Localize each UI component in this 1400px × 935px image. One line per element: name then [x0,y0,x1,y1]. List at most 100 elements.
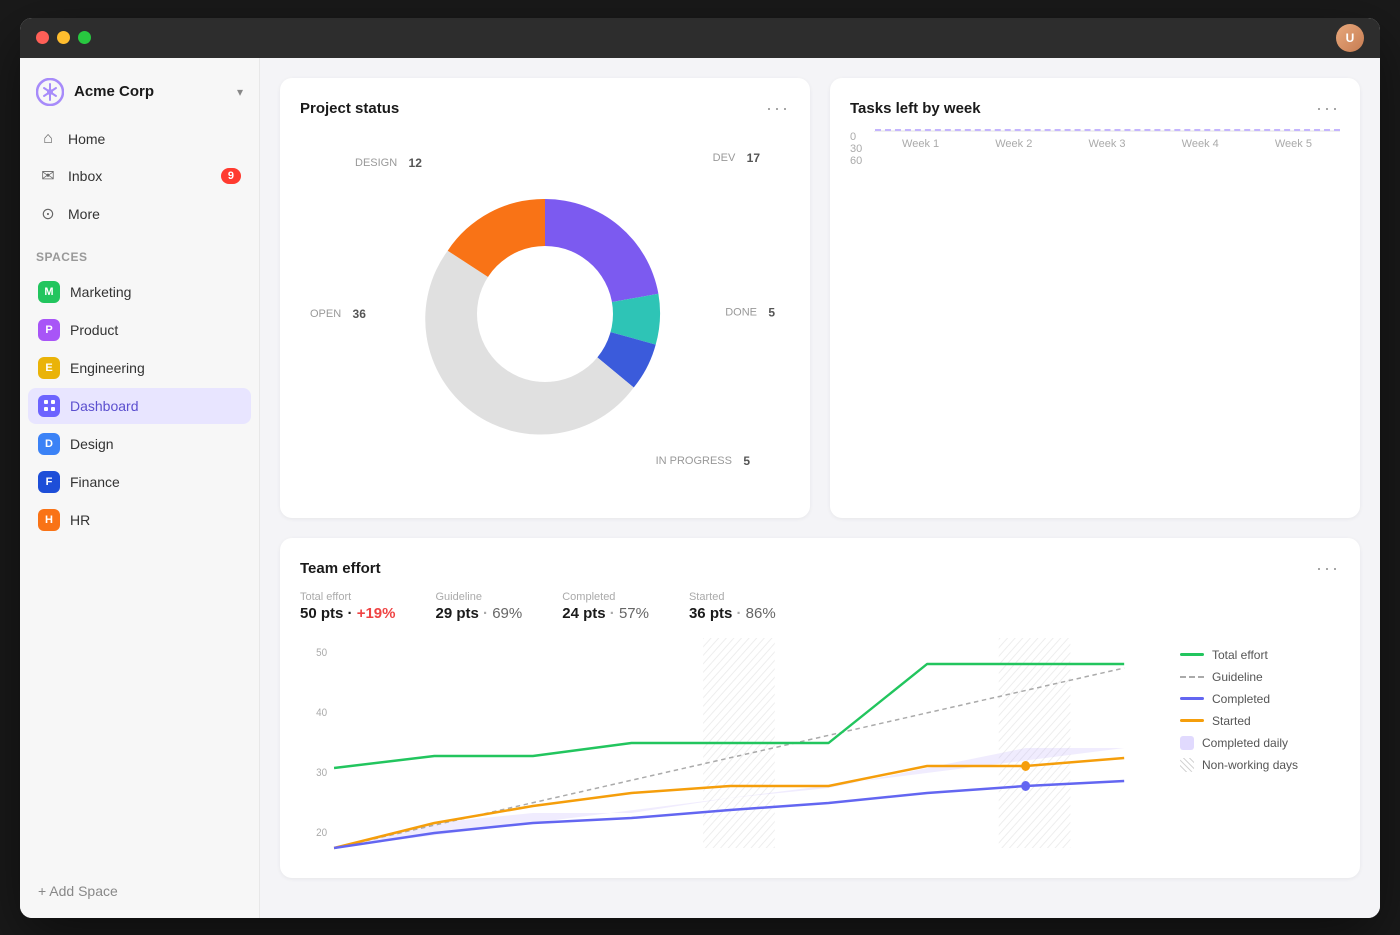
x-label-week1: Week 1 [874,138,967,150]
tasks-week-card: Tasks left by week ··· 60 30 0 [830,78,1360,518]
app-body: Acme Corp ▾ ⌂ Home ✉ Inbox 9 ⊙ More [20,58,1380,918]
team-effort-more[interactable]: ··· [1316,558,1340,579]
finance-avatar: F [38,471,60,493]
svg-text:50: 50 [316,647,327,659]
effort-guideline-value: 29 pts · 69% [436,605,523,622]
design-avatar: D [38,433,60,455]
sidebar-item-marketing[interactable]: M Marketing [28,274,251,310]
x-label-week2: Week 2 [967,138,1060,150]
dev-label: DEV 17 [713,151,760,165]
product-avatar: P [38,319,60,341]
effort-completed-pts: 24 pts [562,605,605,622]
minimize-button[interactable] [57,31,70,44]
sidebar-item-dashboard[interactable]: Dashboard [28,388,251,424]
marketing-label: Marketing [70,284,131,300]
fullscreen-button[interactable] [78,31,91,44]
y-label-0: 0 [850,131,866,143]
effort-chart-area: 50 40 30 20 [300,638,1160,858]
sidebar-inbox-label: Inbox [68,168,102,184]
company-name: Acme Corp [74,83,154,100]
sidebar-home-label: Home [68,131,105,147]
legend-hatch-nonworking [1180,758,1194,772]
add-space-label: + Add Space [38,883,118,899]
x-label-week3: Week 3 [1060,138,1153,150]
marketing-avatar: M [38,281,60,303]
x-label-week4: Week 4 [1154,138,1247,150]
y-label-60: 60 [850,155,866,167]
effort-total-label: Total effort [300,591,396,603]
legend-line-total [1180,653,1204,656]
sidebar-item-home[interactable]: ⌂ Home [28,122,251,156]
project-status-more[interactable]: ··· [766,98,790,119]
legend-label-guideline: Guideline [1212,670,1263,684]
sidebar-item-engineering[interactable]: E Engineering [28,350,251,386]
legend-label-total: Total effort [1212,648,1268,662]
inbox-badge: 9 [221,168,241,184]
svg-text:40: 40 [316,707,327,719]
project-status-header: Project status ··· [300,98,790,119]
effort-total: Total effort 50 pts · +19% [300,591,396,622]
svg-text:30: 30 [316,767,327,779]
effort-guideline-pct: 69% [492,605,522,622]
bars-area: Week 1 Week 2 Week 3 Week 4 Week 5 [874,131,1340,150]
avatar[interactable]: U [1336,24,1364,52]
sidebar-item-inbox[interactable]: ✉ Inbox 9 [28,158,251,194]
x-label-week5: Week 5 [1247,138,1340,150]
tasks-week-title: Tasks left by week [850,100,981,117]
tasks-week-more[interactable]: ··· [1316,98,1340,119]
legend-guideline: Guideline [1180,670,1340,684]
sidebar-item-finance[interactable]: F Finance [28,464,251,500]
effort-guideline-label: Guideline [436,591,523,603]
spaces-section: Spaces [20,232,259,274]
team-effort-card: Team effort ··· Total effort 50 pts · +1… [280,538,1360,878]
bar-y-axis: 60 30 0 [850,131,1340,498]
bar-chart: 60 30 0 [850,131,1340,498]
close-button[interactable] [36,31,49,44]
legend-line-started [1180,719,1204,722]
project-status-title: Project status [300,100,399,117]
effort-svg: 50 40 30 20 [300,638,1160,858]
legend-line-completed [1180,697,1204,700]
effort-completed-label: Completed [562,591,649,603]
legend-label-daily: Completed daily [1202,736,1288,750]
engineering-label: Engineering [70,360,145,376]
sidebar-more-label: More [68,206,100,222]
hr-avatar: H [38,509,60,531]
titlebar: U [20,18,1380,58]
sidebar-item-hr[interactable]: H HR [28,502,251,538]
inbox-icon: ✉ [38,166,58,186]
bars-grid [874,131,1340,132]
dashboard-avatar [38,395,60,417]
effort-total-value: 50 pts · +19% [300,605,396,622]
main-content: Project status ··· [260,58,1380,918]
grid-line-60 [875,131,1340,132]
effort-total-pts: 50 pts [300,605,343,622]
add-space-button[interactable]: + Add Space [28,876,251,906]
y-labels: 60 30 0 [850,131,874,191]
finance-label: Finance [70,474,120,490]
done-label: DONE 5 [725,306,775,320]
engineering-avatar: E [38,357,60,379]
company-header[interactable]: Acme Corp ▾ [20,70,259,122]
legend-dash-guideline [1180,676,1204,678]
effort-completed-pct: 57% [619,605,649,622]
svg-text:20: 20 [316,827,327,839]
project-status-card: Project status ··· [280,78,810,518]
sidebar-item-product[interactable]: P Product [28,312,251,348]
pie-chart-container: DEV 17 DONE 5 IN PROGRESS 5 OPEN 36 DESI [300,131,790,498]
team-effort-header: Team effort ··· [300,558,1340,579]
legend-label-started: Started [1212,714,1251,728]
effort-completed: Completed 24 pts · 57% [562,591,649,622]
x-labels: Week 1 Week 2 Week 3 Week 4 Week 5 [874,138,1340,150]
effort-started-pct: 86% [746,605,776,622]
effort-guideline-pts: 29 pts [436,605,479,622]
dashboard-label: Dashboard [70,398,139,414]
effort-started-value: 36 pts · 86% [689,605,776,622]
legend-completed-daily: Completed daily [1180,736,1340,750]
sidebar-item-design[interactable]: D Design [28,426,251,462]
effort-completed-value: 24 pts · 57% [562,605,649,622]
hr-label: HR [70,512,90,528]
effort-started-pts: 36 pts [689,605,732,622]
effort-total-pct: +19% [357,605,396,622]
sidebar-item-more[interactable]: ⊙ More [28,196,251,232]
